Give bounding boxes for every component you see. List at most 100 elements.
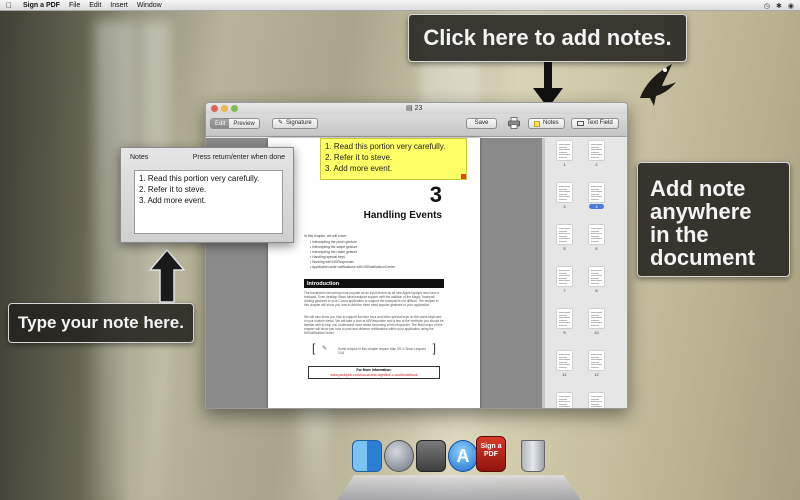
notes-panel: Notes Press return/enter when done 1. Re…: [120, 147, 294, 243]
thumbnail-text-line: [559, 151, 567, 153]
page-thumbnail[interactable]: [557, 351, 572, 370]
image-capture-icon[interactable]: [416, 440, 446, 472]
thumbnail-page-number: 1: [563, 162, 566, 167]
launchpad-icon[interactable]: [384, 440, 414, 472]
thumbnail-page-number: 10: [594, 330, 599, 335]
thumbnail-text-line: [591, 403, 599, 405]
thumbnail-text-line: [559, 359, 570, 360]
page-thumbnail[interactable]: [589, 393, 604, 410]
section-heading: Introduction: [304, 279, 444, 288]
printer-icon[interactable]: [508, 117, 520, 129]
callout-add-note-anywhere: Add note anywhere in the document: [637, 162, 790, 277]
page-thumbnail[interactable]: [589, 309, 604, 328]
thumbnail-text-line: [559, 238, 570, 239]
thumbnail-page-number: 4: [589, 204, 604, 209]
page-thumbnail[interactable]: [589, 267, 604, 286]
thumbnail-text-line: [559, 193, 567, 195]
app-store-icon[interactable]: A: [448, 440, 478, 472]
thumbnail-page-number: 2: [595, 162, 598, 167]
page-thumbnail[interactable]: [557, 225, 572, 244]
window-titlebar: ▤ 23: [206, 103, 627, 114]
thumbnail-text-line: [591, 409, 599, 410]
finder-icon[interactable]: [352, 440, 382, 472]
menu-edit[interactable]: Edit: [89, 2, 101, 9]
thumbnail-text-line: [591, 319, 599, 321]
notes-panel-title: Notes: [130, 154, 149, 161]
callout-type-note: Type your note here.: [8, 303, 194, 343]
page-thumbnail[interactable]: [589, 351, 604, 370]
page-thumbnail[interactable]: [589, 141, 604, 160]
thumbnail-text-line: [591, 359, 602, 360]
menu-window[interactable]: Window: [137, 2, 162, 9]
thumbnail-text-line: [559, 191, 570, 192]
bluetooth-icon[interactable]: ✱: [776, 2, 782, 10]
menu-file[interactable]: File: [69, 2, 80, 9]
pdf-page[interactable]: 1. Read this portion very carefully. 2. …: [268, 138, 480, 408]
apple-menu-icon[interactable]: : [6, 1, 16, 10]
thumbnail-text-line: [559, 196, 570, 197]
thumbnail-text-line: [559, 280, 570, 281]
thumbnail-text-line: [559, 188, 567, 190]
thumbnail-text-line: [559, 366, 567, 368]
edit-mode-button[interactable]: Edit: [211, 119, 230, 128]
more-info-link[interactable]: www.packtpub.com/cocoa-and-objective-c-c…: [309, 373, 439, 378]
thumbnail-text-line: [559, 322, 570, 323]
thumbnail-text-line: [559, 324, 567, 326]
save-button[interactable]: Save: [466, 118, 497, 129]
thumbnail-text-line: [591, 230, 599, 232]
menu-app-name[interactable]: Sign a PDF: [23, 2, 60, 9]
zoom-window-icon[interactable]: [231, 105, 238, 112]
notes-button[interactable]: Notes: [528, 118, 565, 129]
sticky-resize-handle[interactable]: [461, 174, 466, 179]
thumbnail-text-line: [559, 403, 567, 405]
notes-button-label: Notes: [543, 120, 559, 126]
page-thumbnail[interactable]: [557, 267, 572, 286]
sticky-note[interactable]: 1. Read this portion very carefully. 2. …: [320, 138, 467, 180]
thumbnail-text-line: [591, 196, 602, 197]
page-thumbnail[interactable]: [557, 183, 572, 202]
page-thumbnail[interactable]: [589, 183, 604, 202]
thumbnail-page-number: 12: [594, 372, 599, 377]
signature-button[interactable]: ✎ Signature: [272, 118, 318, 129]
thumbnail-text-line: [591, 361, 599, 363]
thumbnail-page-number: 5: [563, 246, 566, 251]
thumbnail-text-line: [591, 317, 602, 318]
thumbnail-text-line: [591, 146, 599, 148]
thumbnail-text-line: [591, 238, 602, 239]
thumbnail-text-line: [591, 228, 602, 229]
thumbnail-text-line: [591, 324, 599, 326]
sign-a-pdf-icon[interactable]: Sign a PDF: [476, 436, 506, 472]
thumbnail-text-line: [559, 361, 567, 363]
tip-bracket-right: ]: [432, 341, 436, 355]
minimize-window-icon[interactable]: [221, 105, 228, 112]
thumbnail-text-line: [559, 146, 567, 148]
thumbnail-text-line: [559, 154, 570, 155]
thumbnail-text-line: [591, 322, 602, 323]
page-thumbnail[interactable]: [589, 225, 604, 244]
intro-lead: In this chapter, we will cover:: [304, 234, 348, 238]
thumbnail-text-line: [559, 364, 570, 365]
preview-mode-button[interactable]: Preview: [229, 119, 259, 128]
thumbnail-page-number: 7: [563, 288, 566, 293]
thumbnail-text-line: [559, 409, 567, 410]
thumbnail-text-line: [591, 198, 599, 200]
page-thumbnail[interactable]: [557, 141, 572, 160]
sticky-note-icon: [534, 120, 540, 127]
thumbnail-text-line: [591, 156, 599, 158]
menu-insert[interactable]: Insert: [110, 2, 128, 9]
thumbnail-text-line: [591, 270, 602, 271]
window-title-text: 23: [414, 105, 423, 112]
note-text-input[interactable]: 1. Read this portion very carefully. 2. …: [134, 170, 283, 234]
close-window-icon[interactable]: [211, 105, 218, 112]
text-field-button[interactable]: Text Field: [571, 118, 619, 129]
sticky-note-line: 2. Refer it to steve.: [325, 153, 393, 162]
thumbnail-text-line: [559, 317, 570, 318]
page-thumbnail[interactable]: [557, 309, 572, 328]
thumbnail-text-line: [559, 240, 567, 242]
wifi-icon[interactable]: ◉: [788, 2, 794, 10]
page-thumbnail[interactable]: [557, 393, 572, 410]
thumbnail-text-line: [591, 282, 599, 284]
time-machine-icon[interactable]: ◷: [764, 2, 770, 10]
trash-icon[interactable]: [521, 440, 545, 472]
pen-icon: ✎: [278, 120, 284, 126]
